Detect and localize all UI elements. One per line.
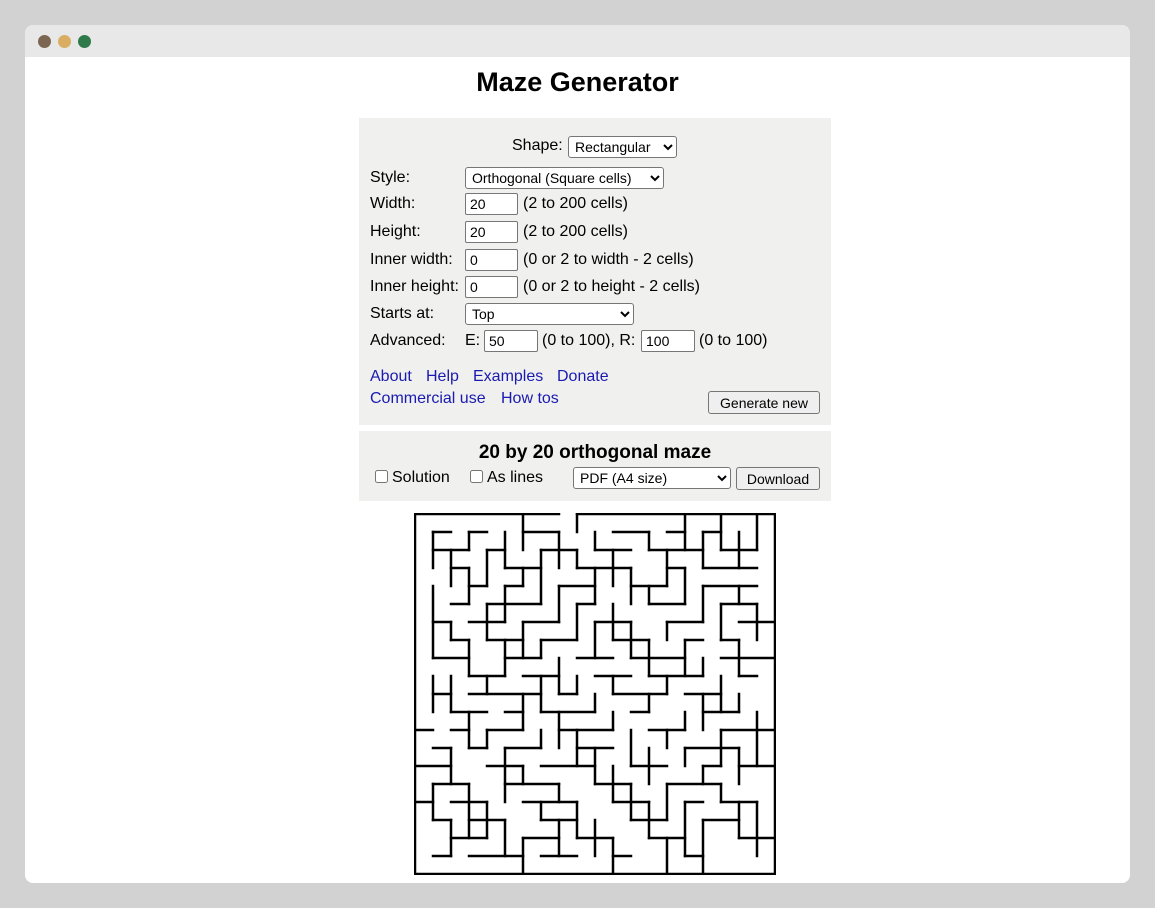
title-bar	[25, 25, 1130, 57]
shape-row: Shape: Rectangular	[359, 136, 831, 158]
inner-height-input[interactable]	[465, 276, 518, 298]
window-control-close[interactable]	[38, 35, 51, 48]
width-input[interactable]	[465, 193, 518, 215]
examples-link[interactable]: Examples	[473, 368, 543, 386]
window-control-maximize[interactable]	[78, 35, 91, 48]
format-select[interactable]: PDF (A4 size)	[573, 467, 731, 489]
maze-title: 20 by 20 orthogonal maze	[478, 442, 712, 463]
style-label: Style:	[370, 169, 411, 186]
solution-checkbox[interactable]	[375, 470, 388, 483]
settings-panel: Shape: Rectangular Style: Orthogonal (Sq…	[359, 118, 831, 425]
shape-select[interactable]: Rectangular	[568, 136, 677, 158]
as-lines-checkbox[interactable]	[470, 470, 483, 483]
e-hint: (0 to 100), R:	[542, 332, 636, 349]
page-title: Maze Generator	[476, 67, 679, 97]
r-hint: (0 to 100)	[699, 332, 768, 349]
solution-option[interactable]: Solution	[375, 468, 450, 488]
e-label: E:	[465, 332, 481, 349]
width-label: Width:	[370, 195, 416, 212]
inner-width-input[interactable]	[465, 249, 518, 271]
height-label: Height:	[370, 223, 421, 240]
inner-width-hint: (0 or 2 to width - 2 cells)	[523, 251, 694, 268]
about-link[interactable]: About	[370, 368, 412, 386]
inner-width-label: Inner width:	[370, 251, 453, 268]
e-input[interactable]	[484, 330, 538, 352]
how-tos-link[interactable]: How tos	[501, 390, 559, 408]
download-button[interactable]: Download	[736, 467, 820, 490]
solution-label: Solution	[392, 469, 450, 486]
window-control-minimize[interactable]	[58, 35, 71, 48]
commercial-use-link[interactable]: Commercial use	[370, 390, 486, 408]
as-lines-option[interactable]: As lines	[470, 468, 543, 488]
r-input[interactable]	[641, 330, 695, 352]
style-select[interactable]: Orthogonal (Square cells)	[465, 167, 664, 189]
donate-link[interactable]: Donate	[557, 368, 609, 386]
shape-label: Shape:	[512, 137, 563, 154]
width-hint: (2 to 200 cells)	[523, 195, 628, 212]
height-input[interactable]	[465, 221, 518, 243]
result-panel: 20 by 20 orthogonal maze Solution As lin…	[359, 431, 831, 501]
browser-window: Maze Generator Shape: Rectangular Style:…	[25, 25, 1130, 883]
help-link[interactable]: Help	[426, 368, 459, 386]
height-hint: (2 to 200 cells)	[523, 223, 628, 240]
advanced-label: Advanced:	[370, 332, 446, 349]
generate-new-button[interactable]: Generate new	[708, 391, 820, 414]
as-lines-label: As lines	[487, 469, 544, 486]
inner-height-label: Inner height:	[370, 278, 459, 295]
starts-select[interactable]: Top	[465, 303, 634, 325]
maze-image	[414, 513, 776, 875]
starts-label: Starts at:	[370, 305, 435, 322]
inner-height-hint: (0 or 2 to height - 2 cells)	[523, 278, 700, 295]
